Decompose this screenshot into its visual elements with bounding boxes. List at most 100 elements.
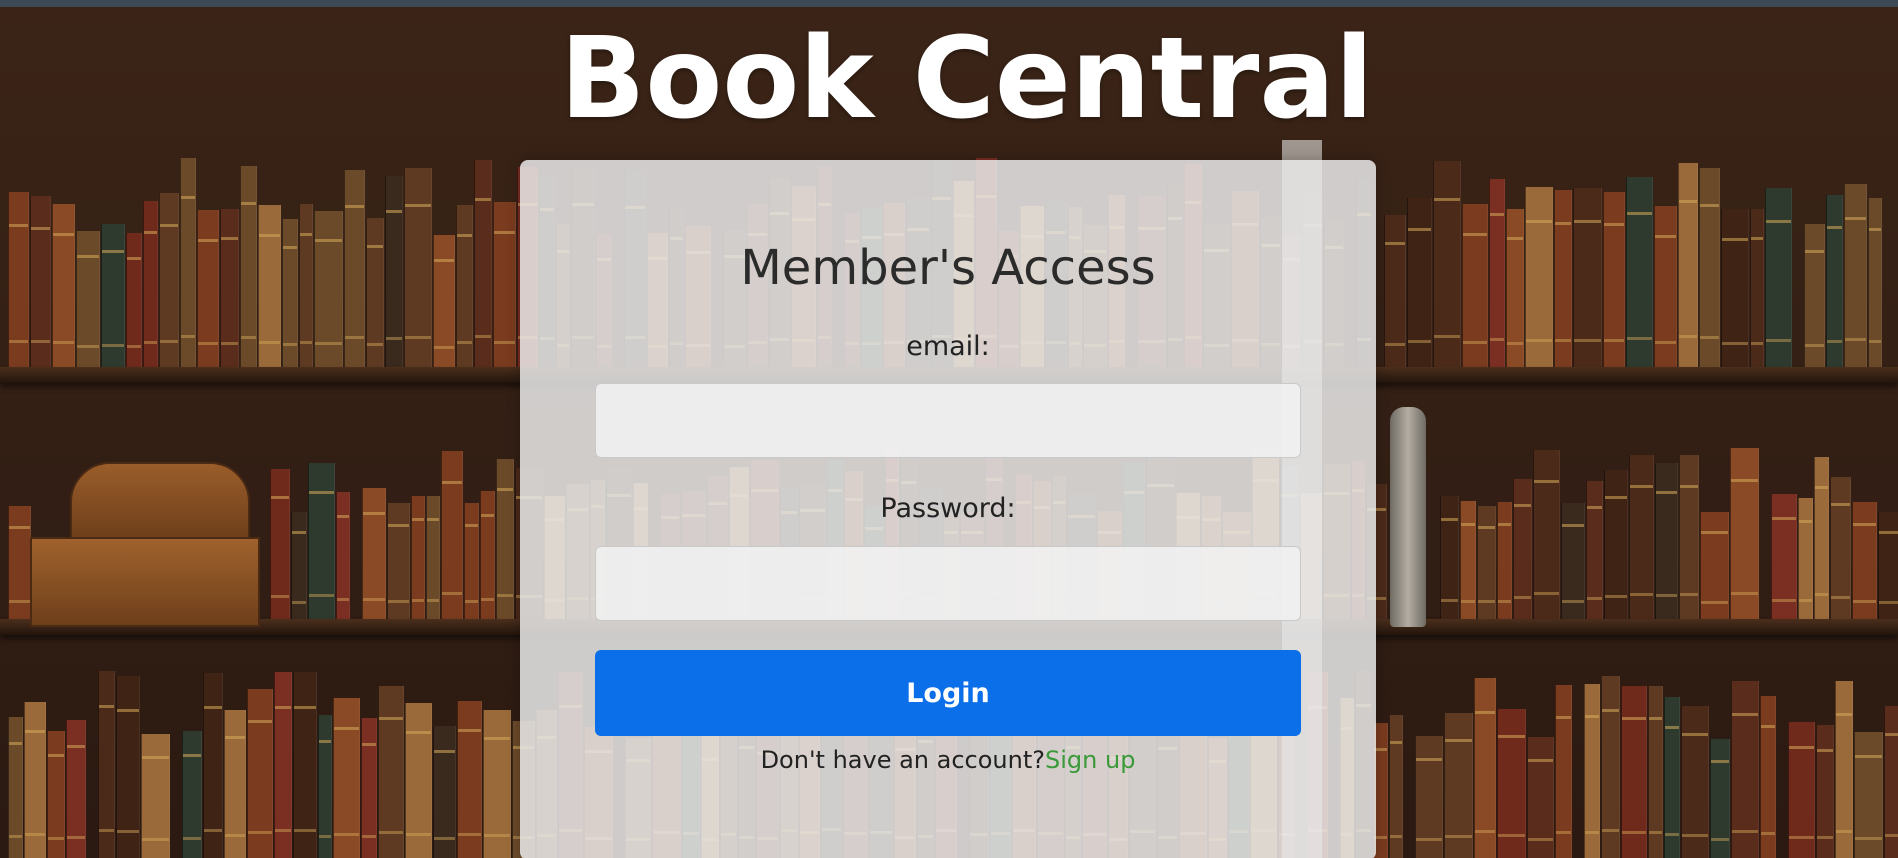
book-spine [1555, 684, 1572, 858]
book-spine [1513, 479, 1532, 619]
book-spine [197, 210, 219, 367]
book-spine [30, 196, 51, 367]
book-spine [1497, 708, 1526, 858]
book-spine [1878, 512, 1898, 619]
book-spine [1603, 191, 1625, 367]
book-spine [1730, 448, 1759, 619]
book-spine [180, 158, 196, 367]
book-spine [101, 224, 125, 367]
password-field[interactable] [595, 546, 1301, 621]
book-spine [1721, 209, 1749, 367]
book-spine [247, 689, 273, 858]
email-field[interactable] [595, 383, 1301, 458]
book-spine [1664, 697, 1680, 858]
book-spine [1415, 736, 1443, 858]
book-spine [480, 490, 495, 619]
book-spine [52, 204, 75, 367]
book-spine [1798, 498, 1813, 619]
book-spine [291, 512, 307, 619]
book-spine [203, 672, 223, 858]
book-spine [385, 175, 403, 367]
book-spine [220, 208, 239, 367]
book-spine [411, 496, 425, 619]
book-spine [270, 468, 290, 619]
book-spine [1868, 197, 1882, 367]
site-title: Book Central [560, 14, 1374, 144]
book-spine [1626, 177, 1653, 367]
book-spine [483, 710, 511, 858]
book-spine [1854, 731, 1883, 858]
book-spine [344, 169, 365, 367]
book-spine [1384, 214, 1406, 367]
book-spine [240, 166, 257, 367]
password-label: Password: [880, 493, 1016, 524]
book-spine [378, 686, 404, 858]
book-spine [24, 702, 46, 858]
book-spine [361, 718, 377, 858]
browser-top-strip [0, 0, 1898, 7]
login-button[interactable]: Login [595, 650, 1301, 736]
book-spine [1750, 208, 1764, 367]
book-spine [1816, 724, 1834, 858]
book-spine [333, 698, 360, 858]
book-spine [1648, 685, 1663, 858]
login-heading: Member's Access [740, 240, 1156, 296]
book-spine [8, 192, 29, 367]
book-spine [8, 717, 23, 858]
book-spine [1389, 714, 1403, 858]
login-card: Member's Access email: Password: Login D… [520, 160, 1376, 858]
book-spine [141, 733, 170, 858]
book-spine [1826, 195, 1843, 367]
book-spine [1654, 206, 1677, 367]
book-spine [1629, 455, 1654, 619]
book-spine [1433, 161, 1461, 367]
book-spine [1678, 163, 1698, 367]
book-spine [258, 204, 281, 367]
candlestick [1390, 407, 1426, 627]
book-spine [496, 458, 514, 619]
book-spine [362, 488, 386, 619]
book-spine [293, 672, 317, 858]
signup-prompt-line: Don't have an account?Sign up [520, 740, 1376, 780]
book-spine [433, 234, 455, 367]
book-spine [404, 168, 432, 367]
book-spine [76, 230, 100, 367]
book-spine [1573, 188, 1602, 367]
book-spine [1655, 463, 1678, 619]
book-spine [318, 714, 332, 858]
book-spine [98, 671, 115, 858]
book-spine [143, 201, 158, 367]
book-spine [1710, 738, 1730, 858]
book-spine [493, 201, 516, 367]
book-spine [274, 672, 292, 858]
book-spine [387, 502, 410, 619]
book-spine [1884, 706, 1898, 858]
signup-link[interactable]: Sign up [1045, 746, 1135, 774]
book-spine [116, 676, 140, 858]
book-spine [1554, 190, 1572, 367]
book-spine [405, 702, 432, 858]
book-spine [457, 700, 482, 858]
book-spine [1533, 450, 1560, 619]
book-spine [1699, 167, 1720, 367]
book-spine [1830, 477, 1851, 619]
book-spine [1814, 457, 1829, 619]
book-spine [1489, 179, 1505, 367]
book-spine [1444, 712, 1473, 858]
book-spine [474, 160, 492, 367]
book-spine [1760, 696, 1776, 858]
book-spine [47, 730, 65, 858]
book-spine [224, 709, 246, 858]
book-spine [1440, 495, 1459, 619]
book-spine [464, 502, 479, 619]
book-spine [1584, 683, 1600, 858]
book-spine [1681, 705, 1709, 858]
book-spine [1561, 502, 1585, 619]
book-spine [1731, 681, 1759, 858]
book-spine [1527, 737, 1554, 858]
book-spine [1506, 208, 1524, 367]
book-spine [182, 731, 202, 858]
book-spine [299, 203, 313, 367]
book-spine [1700, 512, 1729, 619]
book-spine [1477, 505, 1496, 619]
